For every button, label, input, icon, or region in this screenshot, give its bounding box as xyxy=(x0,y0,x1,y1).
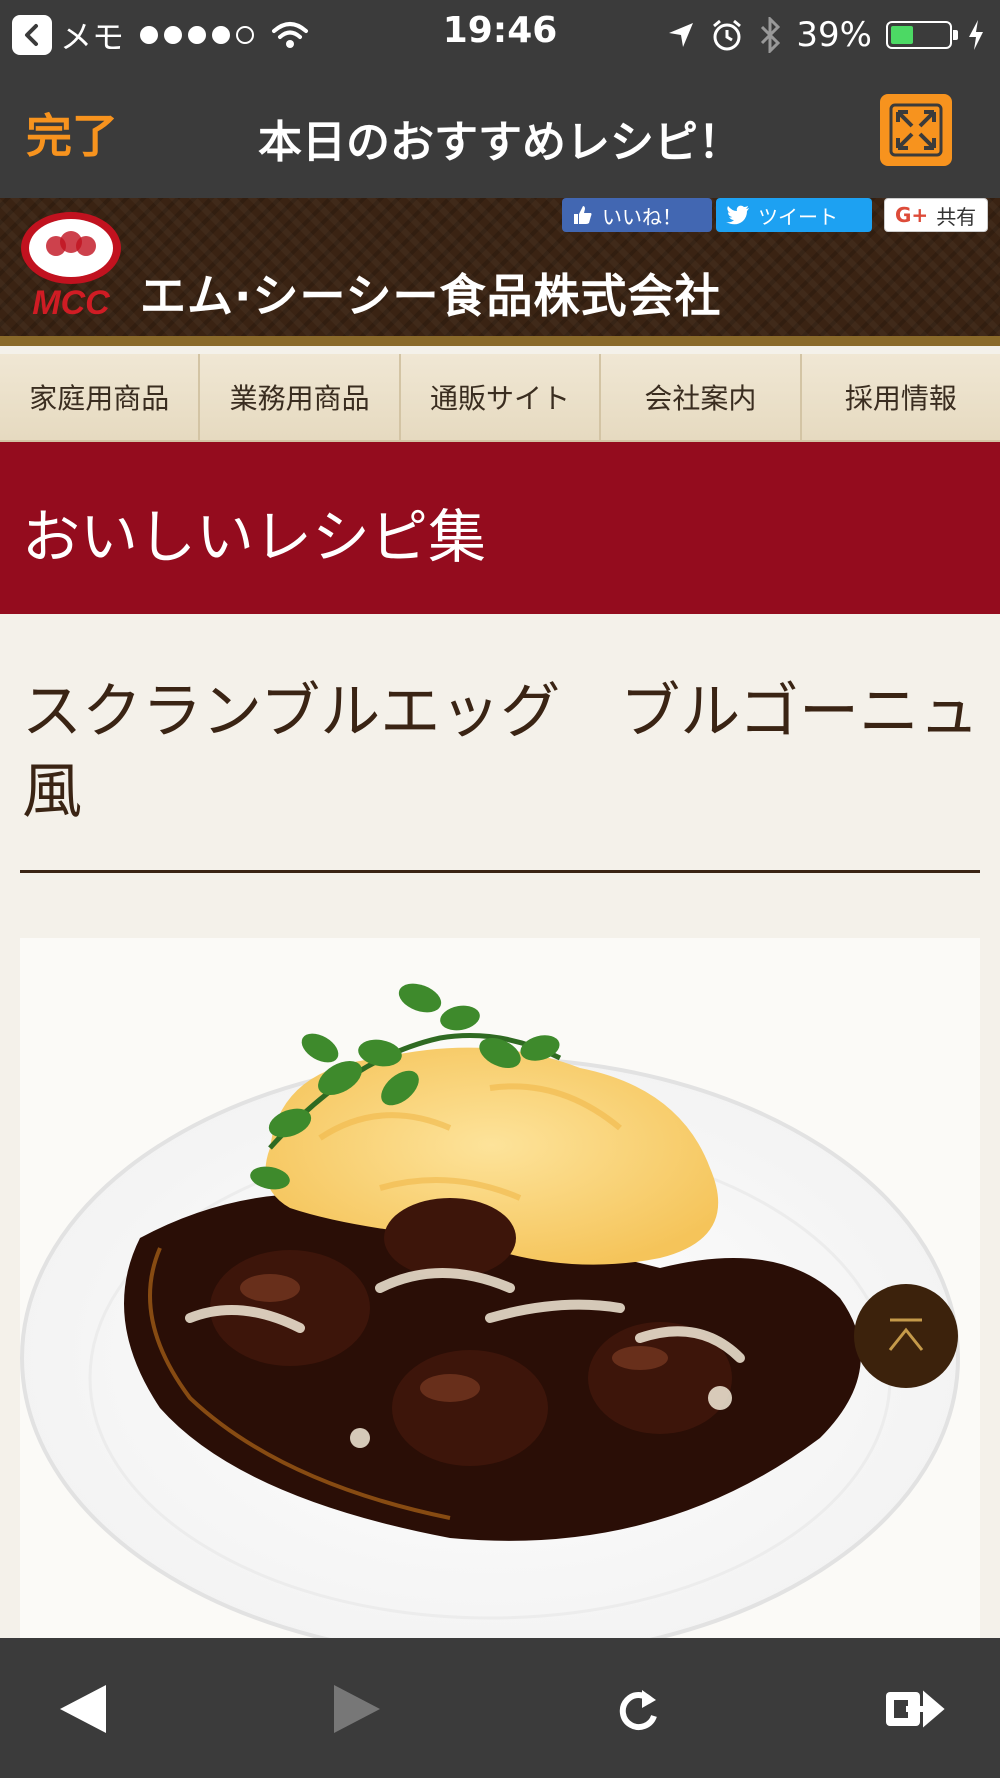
menu-item-online-shop[interactable]: 通販サイト xyxy=(400,354,602,440)
menu-item-business-products[interactable]: 業務用商品 xyxy=(200,354,401,440)
food-illustration xyxy=(20,983,960,1638)
expand-arrows-icon xyxy=(889,103,943,157)
recipe-photo xyxy=(20,938,980,1638)
menu-item-recruitment[interactable]: 採用情報 xyxy=(801,354,1000,440)
browser-back-button[interactable] xyxy=(48,1674,118,1744)
battery-percent: 39% xyxy=(796,15,872,55)
bottom-toolbar xyxy=(0,1638,1000,1778)
logo-text: MCC xyxy=(32,284,110,320)
site-menu: 家庭用商品 業務用商品 通販サイト 会社案内 採用情報 xyxy=(0,354,1000,442)
nav-header: 完了 本日のおすすめレシピ！ xyxy=(0,70,1000,198)
section-banner: おいしいレシピ集 xyxy=(0,442,1000,614)
status-right: 39% xyxy=(666,12,986,58)
triangle-right-icon xyxy=(334,1685,380,1733)
mcc-logo[interactable]: MCC xyxy=(18,210,124,320)
title-divider xyxy=(20,870,980,873)
back-to-top-button[interactable] xyxy=(854,1284,958,1388)
open-in-browser-button[interactable] xyxy=(880,1674,950,1744)
recipe-title: スクランブルエッグ ブルゴーニュ風 xyxy=(22,677,979,828)
browser-forward-button[interactable] xyxy=(322,1674,392,1744)
menu-item-company-info[interactable]: 会社案内 xyxy=(601,354,802,440)
charging-bolt-icon xyxy=(969,20,983,50)
company-name[interactable]: エム·シーシー食品株式会社 xyxy=(140,260,722,326)
done-button[interactable]: 完了 xyxy=(26,100,118,166)
reload-button[interactable] xyxy=(604,1674,674,1744)
battery-level-fill xyxy=(891,26,913,44)
alarm-clock-icon xyxy=(713,19,742,51)
twitter-bird-icon xyxy=(726,205,749,225)
google-plus-icon: G+ xyxy=(895,203,929,227)
site-header: MCC エム·シーシー食品株式会社 いいね！ ツイート G+ 共有 xyxy=(0,198,1000,346)
facebook-like-button[interactable]: いいね！ xyxy=(562,198,712,232)
thumbs-up-icon xyxy=(574,206,592,224)
tweet-label: ツイート xyxy=(758,204,838,229)
share-label: 共有 xyxy=(936,204,977,229)
triangle-left-icon xyxy=(60,1685,106,1733)
reload-icon xyxy=(619,1690,657,1731)
tweet-button[interactable]: ツイート xyxy=(716,198,872,232)
battery-icon xyxy=(886,21,958,49)
header-divider xyxy=(0,336,1000,346)
google-share-button[interactable]: G+ 共有 xyxy=(884,198,988,232)
chevron-up-icon xyxy=(888,1318,924,1351)
section-title: おいしいレシピ集 xyxy=(22,503,487,571)
menu-item-home-products[interactable]: 家庭用商品 xyxy=(0,354,201,440)
expand-button[interactable] xyxy=(880,94,952,166)
exit-icon xyxy=(886,1690,945,1728)
status-bar: メモ 19:46 39% xyxy=(0,0,1000,70)
bluetooth-icon xyxy=(761,17,781,53)
like-label: いいね！ xyxy=(602,204,682,229)
nav-title: 本日のおすすめレシピ！ xyxy=(258,117,742,168)
location-arrow-icon xyxy=(669,23,694,47)
